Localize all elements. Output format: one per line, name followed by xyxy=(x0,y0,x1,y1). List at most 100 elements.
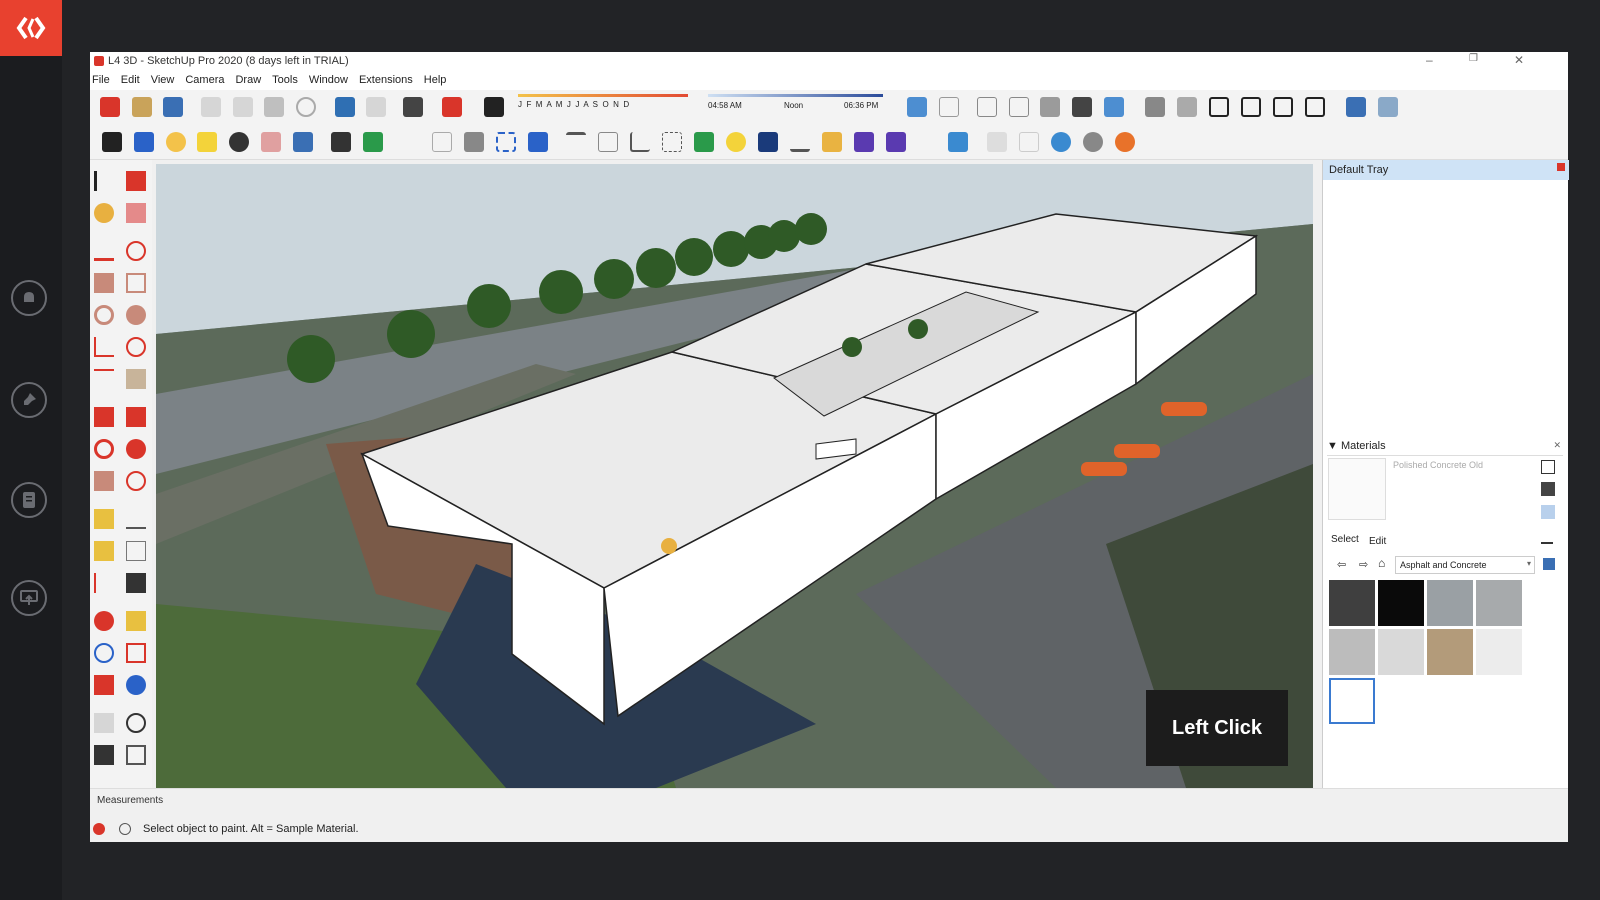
contrast-icon[interactable] xyxy=(229,132,249,152)
arrow-green-icon[interactable] xyxy=(694,132,714,152)
swatch-form-concrete[interactable] xyxy=(1427,629,1473,675)
zoom-icon[interactable] xyxy=(94,643,114,663)
menu-view[interactable]: View xyxy=(151,74,175,86)
green-m-icon[interactable] xyxy=(363,132,383,152)
back-edges-icon[interactable] xyxy=(939,97,959,117)
walk-icon[interactable] xyxy=(94,745,114,765)
position-camera-icon[interactable] xyxy=(94,713,114,733)
frame-icon[interactable] xyxy=(528,132,548,152)
eraser-icon[interactable] xyxy=(126,203,146,223)
utm-icon[interactable] xyxy=(630,132,650,152)
library-dropdown[interactable]: Asphalt and Concrete ▾ xyxy=(1395,556,1535,574)
geo-status-icon[interactable] xyxy=(93,823,105,835)
previous-view-icon[interactable] xyxy=(126,675,146,695)
tray-close-icon[interactable] xyxy=(1557,163,1565,171)
zoom-window-icon[interactable] xyxy=(126,643,146,663)
tape-measure-icon[interactable] xyxy=(94,509,114,529)
sheet-icon[interactable] xyxy=(464,132,484,152)
angle-icon[interactable] xyxy=(598,132,618,152)
menu-edit[interactable]: Edit xyxy=(121,74,140,86)
iso-view-icon[interactable] xyxy=(1145,97,1165,117)
paste-icon[interactable] xyxy=(264,97,284,117)
arc-icon[interactable] xyxy=(94,337,114,357)
close-button[interactable]: ✕ xyxy=(1514,53,1524,67)
push-pull-icon[interactable] xyxy=(126,407,146,427)
menu-extensions[interactable]: Extensions xyxy=(359,74,413,86)
back-view-icon[interactable] xyxy=(1273,97,1293,117)
line-pencil-icon[interactable] xyxy=(94,241,114,261)
swatch-white-concrete[interactable] xyxy=(1476,629,1522,675)
three-point-arc-icon[interactable] xyxy=(94,369,114,389)
right-view-icon[interactable] xyxy=(1241,97,1261,117)
section-plane-tool-icon[interactable] xyxy=(126,745,146,765)
move-icon[interactable] xyxy=(94,407,114,427)
swatch-rough-concrete[interactable] xyxy=(1329,629,1375,675)
model-info-icon[interactable] xyxy=(442,97,462,117)
share-screen-button[interactable] xyxy=(11,580,47,616)
axis-icon[interactable] xyxy=(566,132,586,152)
pin-button[interactable] xyxy=(11,382,47,418)
warning-icon[interactable] xyxy=(197,132,217,152)
swatch-light-grey-concrete[interactable] xyxy=(1476,580,1522,626)
shaded-textures-icon[interactable] xyxy=(1072,97,1092,117)
edit-tab[interactable]: Edit xyxy=(1369,536,1386,547)
rectangle-icon[interactable] xyxy=(94,273,114,293)
current-material-name[interactable]: Polished Concrete Old xyxy=(1393,460,1483,470)
redo-icon[interactable] xyxy=(366,97,386,117)
swatch-polished-concrete[interactable] xyxy=(1329,678,1375,724)
people-icon[interactable] xyxy=(1019,132,1039,152)
forward-arrow-icon[interactable]: ⇨ xyxy=(1359,558,1368,571)
front-view-icon[interactable] xyxy=(1209,97,1229,117)
minimize-button[interactable]: – xyxy=(1426,53,1433,67)
presenter-logo[interactable] xyxy=(0,0,62,56)
left-view-icon[interactable] xyxy=(1305,97,1325,117)
xray-icon[interactable] xyxy=(907,97,927,117)
pan-icon[interactable] xyxy=(126,611,146,631)
swatch-pale-concrete[interactable] xyxy=(1378,629,1424,675)
menu-draw[interactable]: Draw xyxy=(235,74,261,86)
wireframe-icon[interactable] xyxy=(977,97,997,117)
select-box-icon[interactable] xyxy=(496,132,516,152)
orbit-icon[interactable] xyxy=(94,611,114,631)
menu-tools[interactable]: Tools xyxy=(272,74,298,86)
follow-me-icon[interactable] xyxy=(126,439,146,459)
monochrome-icon[interactable] xyxy=(1104,97,1124,117)
report-icon[interactable] xyxy=(261,132,281,152)
cylinder-icon[interactable] xyxy=(987,132,1007,152)
maximize-button[interactable]: ❐ xyxy=(1469,53,1478,64)
dimension-icon[interactable] xyxy=(126,509,146,529)
blue-cube-icon[interactable] xyxy=(134,132,154,152)
protractor-icon[interactable] xyxy=(94,541,114,561)
purple-layer-icon[interactable] xyxy=(854,132,874,152)
back-arrow-icon[interactable]: ⇦ xyxy=(1337,558,1346,571)
open-folder-icon[interactable] xyxy=(132,97,152,117)
select-tab[interactable]: Select xyxy=(1331,534,1359,545)
grid-icon[interactable] xyxy=(662,132,682,152)
swatch-dark-asphalt[interactable] xyxy=(1329,580,1375,626)
info-icon[interactable] xyxy=(119,823,131,835)
swatch-grey-concrete[interactable] xyxy=(1427,580,1473,626)
add-location-icon[interactable] xyxy=(1378,97,1398,117)
measurements-box[interactable]: Measurements xyxy=(90,788,1568,816)
copy-icon[interactable] xyxy=(233,97,253,117)
top-view-icon[interactable] xyxy=(1177,97,1197,117)
collapse-arrow-icon[interactable]: ▼ xyxy=(1327,440,1341,452)
rotated-rectangle-icon[interactable] xyxy=(126,273,146,293)
yellow-ball-icon[interactable] xyxy=(726,132,746,152)
trident-icon[interactable] xyxy=(102,132,122,152)
geo-location-icon[interactable] xyxy=(1346,97,1366,117)
details-arrow-icon[interactable] xyxy=(1543,558,1555,570)
document-button[interactable] xyxy=(11,482,47,518)
notification-bell-button[interactable] xyxy=(11,280,47,316)
sun-icon[interactable] xyxy=(166,132,186,152)
purple-layer2-icon[interactable] xyxy=(886,132,906,152)
make-component-icon[interactable] xyxy=(126,171,146,191)
paint-bucket-icon[interactable] xyxy=(94,203,114,223)
materials-close-icon[interactable]: ✕ xyxy=(1553,440,1561,451)
star-icon[interactable] xyxy=(758,132,778,152)
rotate-icon[interactable] xyxy=(94,439,114,459)
solar-panel-icon[interactable] xyxy=(948,132,968,152)
cut-icon[interactable] xyxy=(201,97,221,117)
eyedropper-icon[interactable] xyxy=(1541,532,1553,544)
create-material-icon[interactable] xyxy=(1541,460,1555,474)
